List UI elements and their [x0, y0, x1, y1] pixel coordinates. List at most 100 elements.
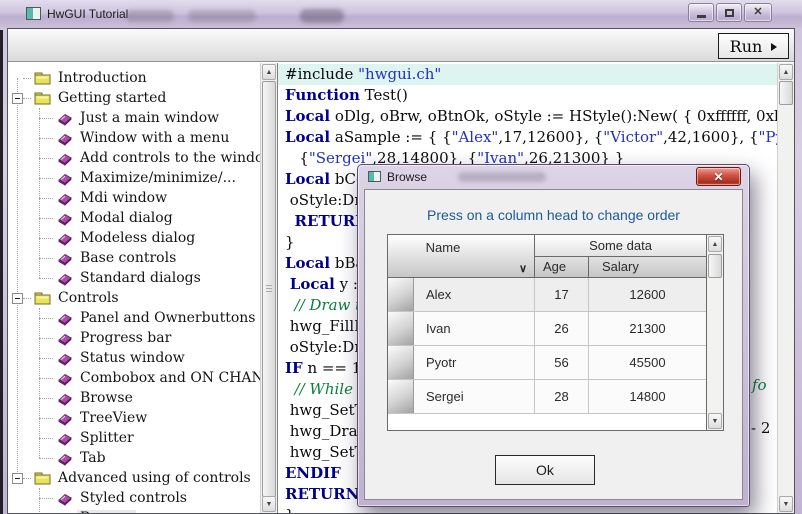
tree-expander-icon[interactable] — [12, 93, 23, 104]
tree-item-treeview[interactable]: TreeView — [8, 408, 260, 428]
browse-instruction: Press on a column head to change order — [365, 207, 742, 223]
tree-item-getting-started[interactable]: Getting started — [8, 88, 260, 108]
browse-rows: Alex1712600Ivan2621300Pyotr5645500Sergei… — [388, 278, 706, 414]
close-icon: ✕ — [753, 7, 762, 18]
maximize-button[interactable] — [716, 3, 742, 22]
close-button[interactable]: ✕ — [744, 3, 772, 22]
browse-dialog: Browse ✕ Press on a column head to chang… — [357, 164, 750, 507]
table-row-pyotr[interactable]: Pyotr5645500 — [388, 346, 706, 380]
tree-item-browse[interactable]: Browse — [8, 508, 260, 513]
tree-guide — [39, 358, 53, 359]
tree-item-label: Window with a menu — [77, 130, 232, 146]
tree-item-label: Standard dialogs — [77, 270, 204, 286]
code-scroll-up-button[interactable]: ▲ — [779, 64, 793, 80]
row-selector[interactable] — [388, 278, 414, 311]
column-header-some-data[interactable]: Some data — [535, 235, 706, 257]
table-scrollbar[interactable]: ▲ ▼ — [706, 235, 723, 430]
tree-item-advanced-using-of-controls[interactable]: Advanced using of controls — [8, 468, 260, 488]
tree-item-combobox-and-on-chang[interactable]: Combobox and ON CHANG — [8, 368, 260, 388]
dialog-close-button[interactable]: ✕ — [696, 167, 741, 186]
tree-item-label: Just a main window — [77, 110, 222, 126]
folder-icon — [34, 471, 51, 485]
tree-item-base-controls[interactable]: Base controls — [8, 248, 260, 268]
folder-icon — [34, 91, 51, 105]
tree-guide — [23, 478, 31, 479]
tree-item-styled-controls[interactable]: Styled controls — [8, 488, 260, 508]
minimize-button[interactable] — [688, 3, 714, 22]
book-icon — [56, 411, 73, 426]
code-scrollbar[interactable]: ▲ ▼ — [777, 63, 794, 513]
scroll-up-icon: ▲ — [783, 69, 790, 76]
tree-guide — [39, 178, 53, 179]
cell-name: Alex — [414, 278, 535, 311]
tree-item-controls[interactable]: Controls — [8, 288, 260, 308]
tree-guide — [39, 458, 53, 459]
tree-item-add-controls-to-the-window[interactable]: Add controls to the window — [8, 148, 260, 168]
tree-item-standard-dialogs[interactable]: Standard dialogs — [8, 268, 260, 288]
tree-guide — [39, 278, 53, 279]
tree-item-modeless-dialog[interactable]: Modeless dialog — [8, 228, 260, 248]
sub-headers: Age Salary — [535, 257, 706, 277]
tree-guide — [39, 398, 53, 399]
tree-item-label: Browse — [77, 390, 136, 406]
tree-item-status-window[interactable]: Status window — [8, 348, 260, 368]
tree-guide — [39, 498, 53, 499]
column-header-name[interactable]: Name ∨ — [388, 235, 535, 277]
book-icon — [56, 431, 73, 446]
cell-salary: 12600 — [589, 278, 706, 311]
row-selector[interactable] — [388, 380, 414, 413]
code-scroll-down-button[interactable]: ▼ — [779, 496, 793, 512]
tree-guide — [39, 158, 53, 159]
run-button[interactable]: Run — [718, 33, 789, 59]
tree-scroll-up-button[interactable]: ▲ — [262, 64, 276, 80]
tree-item-progress-bar[interactable]: Progress bar — [8, 328, 260, 348]
tree-expander-icon[interactable] — [12, 293, 23, 304]
titlebar-artifact — [458, 172, 546, 182]
tree-guide — [39, 438, 53, 439]
row-selector[interactable] — [388, 346, 414, 379]
dialog-title: Browse — [387, 170, 427, 184]
book-icon — [56, 331, 73, 346]
minimize-icon — [697, 15, 706, 18]
table-scrollbar-thumb[interactable] — [708, 254, 722, 278]
tree-item-panel-and-ownerbuttons[interactable]: Panel and Ownerbuttons — [8, 308, 260, 328]
book-icon — [56, 251, 73, 266]
code-fragment-comment: fo — [752, 375, 767, 396]
book-icon — [56, 371, 73, 386]
tree-item-label: Browse — [77, 510, 136, 513]
tree-item-just-a-main-window[interactable]: Just a main window — [8, 108, 260, 128]
column-header-salary[interactable]: Salary — [589, 257, 706, 277]
tree-item-maximize-minimize[interactable]: Maximize/minimize/... — [8, 168, 260, 188]
cell-name: Pyotr — [414, 346, 535, 379]
table-scroll-down-button[interactable]: ▼ — [708, 413, 722, 429]
tree-expander-icon[interactable] — [12, 473, 23, 484]
tree-item-modal-dialog[interactable]: Modal dialog — [8, 208, 260, 228]
table-row-ivan[interactable]: Ivan2621300 — [388, 312, 706, 346]
tree-item-introduction[interactable]: Introduction — [8, 68, 260, 88]
table-row-alex[interactable]: Alex1712600 — [388, 278, 706, 312]
book-icon — [56, 211, 73, 226]
ok-button[interactable]: Ok — [495, 455, 595, 485]
tree-scrollbar-thumb[interactable] — [262, 81, 276, 497]
tree-scrollbar[interactable]: ▲ ▼ — [260, 63, 277, 513]
column-header-age[interactable]: Age — [535, 257, 589, 277]
tree-item-window-with-a-menu[interactable]: Window with a menu — [8, 128, 260, 148]
tree-scroll-down-button[interactable]: ▼ — [262, 496, 276, 512]
titlebar-artifact — [126, 10, 174, 22]
code-scrollbar-thumb[interactable] — [779, 81, 793, 105]
tree-item-mdi-window[interactable]: Mdi window — [8, 188, 260, 208]
tree-item-label: Mdi window — [77, 190, 170, 206]
dialog-titlebar[interactable]: Browse ✕ — [358, 165, 749, 188]
cell-age: 26 — [535, 312, 589, 345]
table-scroll-up-button[interactable]: ▲ — [708, 236, 722, 252]
tree-item-splitter[interactable]: Splitter — [8, 428, 260, 448]
titlebar[interactable]: HwGUI Tutorial ✕ — [0, 0, 802, 28]
table-row-sergei[interactable]: Sergei2814800 — [388, 380, 706, 414]
tree-item-tab[interactable]: Tab — [8, 448, 260, 468]
tree-item-browse[interactable]: Browse — [8, 388, 260, 408]
dialog-body: Press on a column head to change order N… — [364, 189, 743, 500]
book-icon — [56, 231, 73, 246]
row-selector[interactable] — [388, 312, 414, 345]
cell-salary: 45500 — [589, 346, 706, 379]
code-line: Function Test() — [278, 85, 777, 106]
